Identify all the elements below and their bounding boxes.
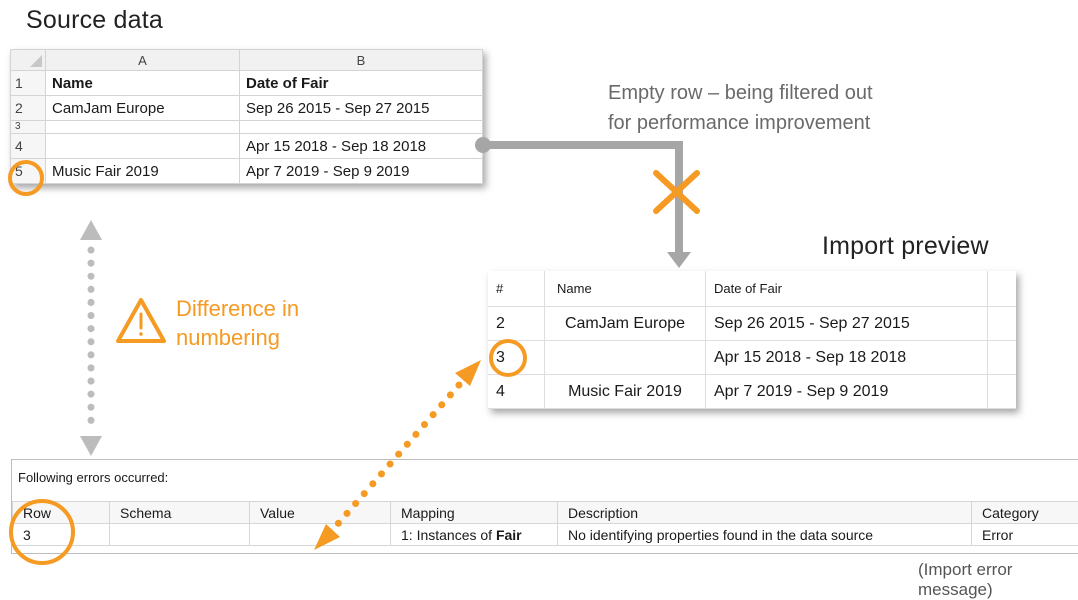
row-number[interactable]: 3	[11, 121, 46, 134]
preview-row-number: 3	[488, 341, 545, 375]
preview-row[interactable]: 4 Music Fair 2019 Apr 7 2019 - Sep 9 201…	[488, 375, 1016, 409]
row-number[interactable]: 5	[11, 159, 46, 184]
error-row-number: 3	[13, 524, 110, 546]
cell-date[interactable]: Apr 7 2019 - Sep 9 2019	[240, 159, 483, 184]
cell-date[interactable]: Apr 15 2018 - Sep 18 2018	[240, 134, 483, 159]
select-all-corner[interactable]	[11, 50, 46, 71]
connector-line	[483, 145, 679, 256]
connector-arrowhead	[667, 252, 691, 268]
sheet-row: 3	[11, 121, 483, 134]
error-panel-title: Following errors occurred:	[18, 470, 168, 485]
preview-row[interactable]: 2 CamJam Europe Sep 26 2015 - Sep 27 201…	[488, 307, 1016, 341]
cell-name[interactable]: Music Fair 2019	[46, 159, 240, 184]
preview-name: Music Fair 2019	[545, 375, 706, 409]
column-header-number[interactable]: #	[488, 271, 545, 307]
column-header-date[interactable]: Date of Fair	[706, 271, 988, 307]
error-row[interactable]: 3 1: Instances of Fair No identifying pr…	[13, 524, 1078, 546]
column-header-value[interactable]: Value	[250, 502, 391, 524]
difference-note: Difference in numbering	[176, 294, 299, 352]
column-header-a[interactable]: A	[46, 50, 240, 71]
error-mapping: 1: Instances of Fair	[391, 524, 558, 546]
filtered-out-x-icon	[656, 173, 697, 211]
cell-name[interactable]	[46, 134, 240, 159]
cell-name[interactable]	[46, 121, 240, 134]
cell-name[interactable]: Name	[46, 71, 240, 96]
column-header-spacer	[988, 271, 1017, 307]
error-category: Error	[972, 524, 1078, 546]
source-spreadsheet: A B 1 Name Date of Fair 2 CamJam Europe …	[10, 49, 483, 184]
preview-spacer	[988, 341, 1017, 375]
row-number[interactable]: 1	[11, 71, 46, 96]
corner-triangle-icon	[30, 55, 42, 67]
column-header-category[interactable]: Category	[972, 502, 1078, 524]
cell-date[interactable]: Sep 26 2015 - Sep 27 2015	[240, 96, 483, 121]
error-value	[250, 524, 391, 546]
empty-row-note: Empty row – being filtered out for perfo…	[608, 78, 873, 138]
column-header-mapping[interactable]: Mapping	[391, 502, 558, 524]
preview-date: Apr 15 2018 - Sep 18 2018	[706, 341, 988, 375]
sheet-row: 4 Apr 15 2018 - Sep 18 2018	[11, 134, 483, 159]
preview-spacer	[988, 307, 1017, 341]
column-header-row[interactable]: Row	[13, 502, 110, 524]
error-panel: Following errors occurred: Row Schema Va…	[11, 459, 1078, 554]
preview-date: Apr 7 2019 - Sep 9 2019	[706, 375, 988, 409]
arrow-down-head	[80, 436, 102, 456]
preview-row-number: 2	[488, 307, 545, 341]
import-preview-title: Import preview	[822, 232, 989, 261]
column-header-description[interactable]: Description	[558, 502, 972, 524]
orange-arrow-head-up	[455, 360, 481, 386]
column-header-schema[interactable]: Schema	[110, 502, 250, 524]
mapping-type: Fair	[496, 527, 522, 543]
sheet-row: 2 CamJam Europe Sep 26 2015 - Sep 27 201…	[11, 96, 483, 121]
preview-name: CamJam Europe	[545, 307, 706, 341]
sheet-row: 1 Name Date of Fair	[11, 71, 483, 96]
sheet-row: 5 Music Fair 2019 Apr 7 2019 - Sep 9 201…	[11, 159, 483, 184]
error-description: No identifying properties found in the d…	[558, 524, 972, 546]
mapping-prefix: 1: Instances of	[401, 527, 496, 543]
preview-date: Sep 26 2015 - Sep 27 2015	[706, 307, 988, 341]
error-schema	[110, 524, 250, 546]
cell-date[interactable]: Date of Fair	[240, 71, 483, 96]
column-header-name[interactable]: Name	[545, 271, 706, 307]
source-data-title: Source data	[26, 6, 163, 35]
error-caption: (Import error message)	[918, 560, 1078, 600]
cell-name[interactable]: CamJam Europe	[46, 96, 240, 121]
preview-row[interactable]: 3 Apr 15 2018 - Sep 18 2018	[488, 341, 1016, 375]
numbering-dotted-arrow	[80, 220, 102, 456]
preview-spacer	[988, 375, 1017, 409]
import-preview-table: # Name Date of Fair 2 CamJam Europe Sep …	[488, 271, 1016, 409]
column-header-b[interactable]: B	[240, 50, 483, 71]
row-number[interactable]: 4	[11, 134, 46, 159]
row-number[interactable]: 2	[11, 96, 46, 121]
filter-connector	[475, 137, 691, 268]
error-table: Row Schema Value Mapping Description Cat…	[12, 501, 1078, 546]
preview-name	[545, 341, 706, 375]
preview-row-number: 4	[488, 375, 545, 409]
warning-icon	[118, 300, 164, 341]
arrow-up-head	[80, 220, 102, 240]
cell-date[interactable]	[240, 121, 483, 134]
